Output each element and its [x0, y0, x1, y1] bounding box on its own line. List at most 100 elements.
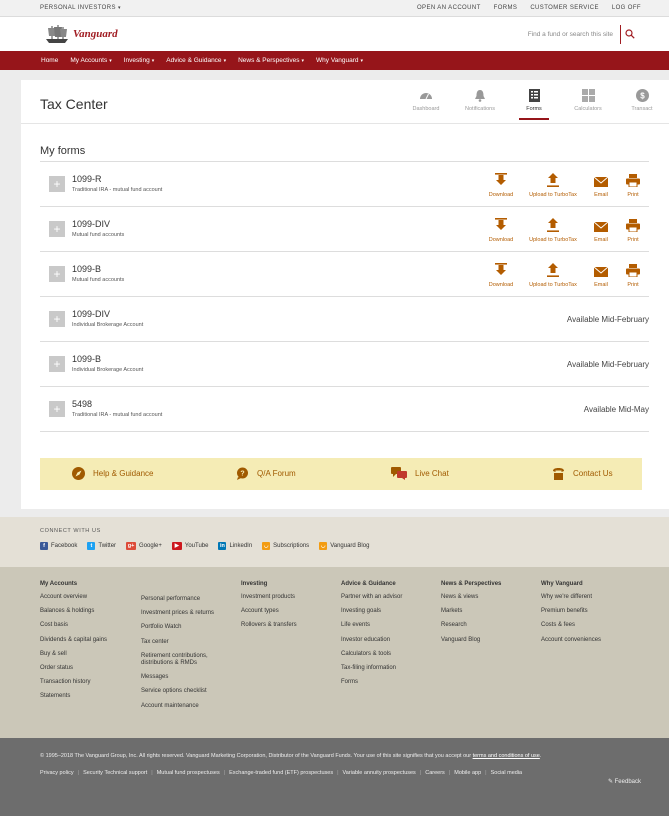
tool-transact[interactable]: $ Transact — [615, 88, 669, 120]
nav-label: Home — [41, 57, 59, 64]
terms-link[interactable]: terms and conditions of use — [473, 753, 540, 759]
footer-link[interactable]: Buy & sell — [40, 651, 107, 658]
legal-link[interactable]: Mutual fund prospectuses — [157, 769, 220, 778]
footer-link[interactable]: Cost basis — [40, 622, 107, 629]
footer-link[interactable]: Partner with an advisor — [341, 594, 402, 601]
expand-button[interactable]: + — [49, 266, 65, 282]
legal-link[interactable]: Social media — [491, 769, 523, 778]
download-button[interactable]: Download — [481, 171, 521, 198]
personal-investors-menu[interactable]: PERSONAL INVESTORS ▾ — [40, 5, 121, 11]
tool-forms[interactable]: Forms — [507, 88, 561, 120]
contact-us-link[interactable]: Contact Us — [552, 467, 613, 480]
legal-link[interactable]: Technical support — [104, 769, 147, 778]
footer-link[interactable]: Account overview — [40, 594, 107, 601]
footer-link[interactable]: Rollovers & transfers — [241, 622, 297, 629]
footer-link[interactable]: Order status — [40, 665, 107, 672]
email-button[interactable]: Email — [585, 171, 617, 198]
footer-link[interactable]: Dividends & capital gains — [40, 637, 107, 644]
footer-link[interactable]: Life events — [341, 622, 402, 629]
footer-heading[interactable]: News & Perspectives — [441, 581, 501, 587]
nav-why-vanguard[interactable]: Why Vanguard ▾ — [316, 57, 363, 64]
footer-link[interactable]: News & views — [441, 594, 501, 601]
footer-link[interactable]: Calculators & tools — [341, 651, 402, 658]
nav-my-accounts[interactable]: My Accounts ▾ — [70, 57, 111, 64]
footer-link[interactable]: Costs & fees — [541, 622, 601, 629]
twitter-link[interactable]: t Twitter — [87, 542, 116, 550]
subscriptions-link[interactable]: ◡ Subscriptions — [262, 542, 309, 550]
expand-button[interactable]: + — [49, 311, 65, 327]
footer-link[interactable]: Investment products — [241, 594, 297, 601]
legal-link[interactable]: Exchange-traded fund (ETF) prospectuses — [229, 769, 333, 778]
footer-heading[interactable]: Advice & Guidance — [341, 581, 402, 587]
footer-link[interactable]: Investment prices & returns — [141, 610, 237, 617]
footer-link[interactable]: Service options checklist — [141, 688, 237, 695]
feedback-button[interactable]: ✎ Feedback — [608, 778, 641, 785]
expand-button[interactable]: + — [49, 356, 65, 372]
footer-link[interactable]: Markets — [441, 608, 501, 615]
footer-link[interactable]: Research — [441, 622, 501, 629]
legal-link[interactable]: Variable annuity prospectuses — [343, 769, 416, 778]
nav-home[interactable]: Home — [41, 57, 58, 64]
youtube-link[interactable]: ▶ YouTube — [171, 542, 208, 550]
nav-advice-guidance[interactable]: Advice & Guidance ▾ — [166, 57, 226, 64]
vanguard-blog-link[interactable]: ◡ Vanguard Blog — [319, 542, 369, 550]
footer-link[interactable]: Tax center — [141, 639, 237, 646]
log-off-link[interactable]: LOG OFF — [612, 5, 641, 11]
email-button[interactable]: Email — [585, 216, 617, 243]
linkedin-link[interactable]: in LinkedIn — [218, 542, 252, 550]
tool-notifications[interactable]: Notifications — [453, 88, 507, 120]
google-plus-link[interactable]: g+ Google+ — [126, 542, 162, 550]
live-chat-link[interactable]: Live Chat — [391, 467, 449, 480]
footer-link[interactable]: Why we're different — [541, 594, 601, 601]
site-search[interactable]: Find a fund or search this site — [528, 24, 639, 44]
footer-link[interactable]: Personal performance — [141, 596, 237, 603]
footer-link[interactable]: Investing goals — [341, 608, 402, 615]
legal-link[interactable]: Security — [83, 769, 103, 778]
open-account-link[interactable]: OPEN AN ACCOUNT — [417, 5, 481, 11]
email-button[interactable]: Email — [585, 261, 617, 288]
help-guidance-link[interactable]: Help & Guidance — [72, 467, 153, 480]
upload-turbotax-button[interactable]: Upload to TurboTax — [521, 216, 585, 243]
print-button[interactable]: Print — [617, 261, 649, 288]
expand-button[interactable]: + — [49, 401, 65, 417]
print-button[interactable]: Print — [617, 171, 649, 198]
footer-link[interactable]: Forms — [341, 679, 402, 686]
expand-button[interactable]: + — [49, 221, 65, 237]
footer-link[interactable]: Retirement contributions, distributions … — [141, 653, 237, 667]
print-button[interactable]: Print — [617, 216, 649, 243]
footer-link[interactable]: Balances & holdings — [40, 608, 107, 615]
footer-heading[interactable]: Why Vanguard — [541, 581, 601, 587]
upload-turbotax-button[interactable]: Upload to TurboTax — [521, 261, 585, 288]
qa-forum-link[interactable]: ? Q/A Forum — [236, 467, 296, 480]
facebook-link[interactable]: f Facebook — [40, 542, 77, 550]
nav-news-perspectives[interactable]: News & Perspectives ▾ — [238, 57, 304, 64]
forms-link[interactable]: FORMS — [494, 5, 518, 11]
footer-link[interactable]: Account maintenance — [141, 703, 237, 710]
footer-heading[interactable]: My Accounts — [40, 581, 107, 587]
nav-investing[interactable]: Investing ▾ — [124, 57, 155, 64]
legal-link[interactable]: Careers — [425, 769, 445, 778]
vanguard-logo[interactable]: Vanguard — [44, 24, 118, 44]
legal-link[interactable]: Mobile app — [454, 769, 481, 778]
footer-link[interactable]: Premium benefits — [541, 608, 601, 615]
footer-link[interactable]: Transaction history — [40, 679, 107, 686]
footer-link[interactable]: Messages — [141, 674, 237, 681]
search-button[interactable] — [620, 24, 639, 44]
footer-link[interactable]: Account types — [241, 608, 297, 615]
upload-turbotax-button[interactable]: Upload to TurboTax — [521, 171, 585, 198]
customer-service-link[interactable]: CUSTOMER SERVICE — [530, 5, 599, 11]
footer-link[interactable]: Account conveniences — [541, 637, 601, 644]
tool-calculators[interactable]: Calculators — [561, 88, 615, 120]
tool-dashboard[interactable]: Dashboard — [399, 88, 453, 120]
search-input[interactable]: Find a fund or search this site — [528, 31, 620, 38]
footer-link[interactable]: Portfolio Watch — [141, 624, 237, 631]
footer-link[interactable]: Vanguard Blog — [441, 637, 501, 644]
download-button[interactable]: Download — [481, 261, 521, 288]
legal-link[interactable]: Privacy policy — [40, 769, 74, 778]
footer-link[interactable]: Investor education — [341, 637, 402, 644]
expand-button[interactable]: + — [49, 176, 65, 192]
footer-link[interactable]: Tax-filing information — [341, 665, 402, 672]
download-button[interactable]: Download — [481, 216, 521, 243]
footer-link[interactable]: Statements — [40, 693, 107, 700]
footer-heading[interactable]: Investing — [241, 581, 297, 587]
